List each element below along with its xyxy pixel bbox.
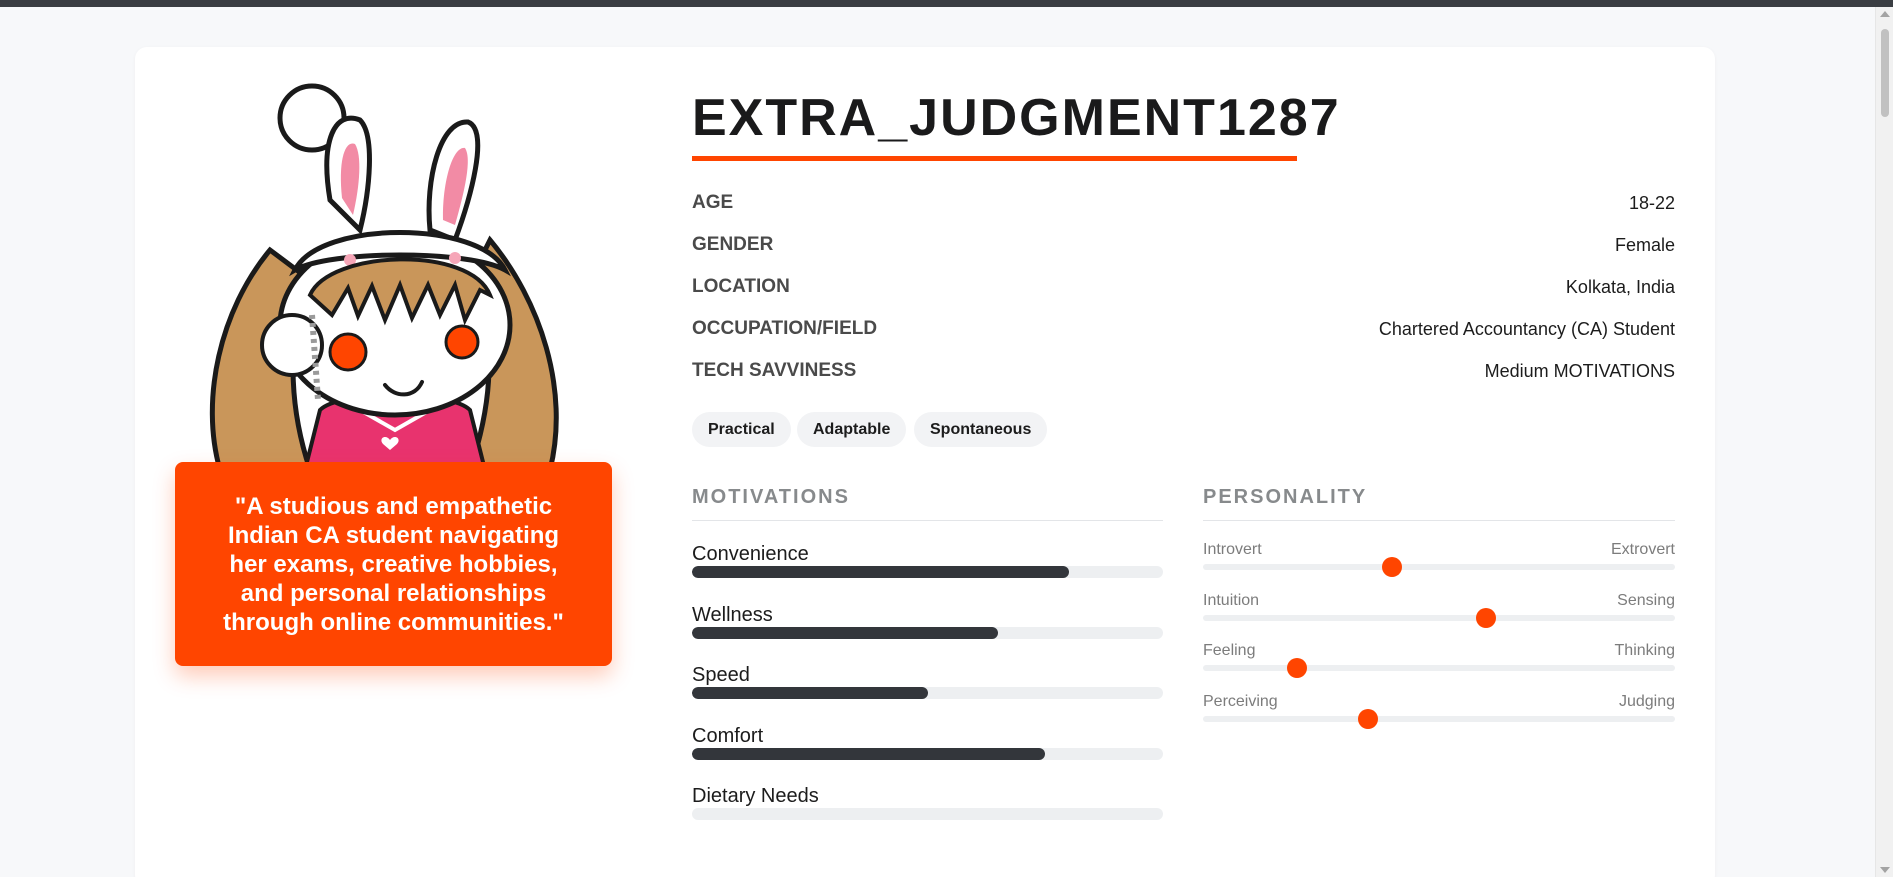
info-value: Female	[1614, 234, 1675, 255]
motivation-label: Speed	[692, 664, 750, 686]
motivation-bar	[692, 566, 1163, 578]
personality-divider	[1203, 520, 1675, 521]
info-label: LOCATION	[692, 276, 790, 297]
personality-title: PERSONALITY	[1203, 486, 1368, 508]
personality-slider: Intuition Sensing	[1203, 592, 1675, 636]
trait-track	[1203, 615, 1675, 621]
page-scrollbar[interactable]	[1875, 7, 1893, 877]
name-underline	[692, 156, 1297, 161]
trait-tag: Practical	[692, 412, 791, 447]
trait-knob	[1381, 557, 1402, 577]
info-row-tech-savviness: TECH SAVVINESS Medium MOTIVATIONS	[692, 356, 1675, 386]
persona-quote: "A studious and empathetic Indian CA stu…	[223, 492, 564, 636]
trait-right-label: Sensing	[1617, 592, 1675, 609]
trait-left-label: Introvert	[1203, 541, 1262, 558]
trait-left-label: Feeling	[1203, 642, 1256, 659]
trait-tag: Adaptable	[797, 412, 907, 447]
info-label: GENDER	[692, 234, 774, 255]
motivations-divider	[692, 520, 1163, 521]
info-value: Kolkata, India	[1565, 276, 1675, 297]
motivation-bar	[692, 748, 1163, 760]
trait-left-label: Intuition	[1203, 592, 1260, 609]
browser-top-bar	[0, 0, 1893, 7]
trait-left-label: Perceiving	[1203, 693, 1278, 710]
persona-quote-box: "A studious and empathetic Indian CA stu…	[175, 462, 612, 666]
motivation-label: Wellness	[692, 604, 773, 626]
motivation-bar	[692, 627, 1163, 639]
info-row-age: AGE 18-22	[692, 188, 1675, 218]
motivation-label: Comfort	[692, 725, 764, 747]
trait-right-label: Extrovert	[1610, 541, 1675, 558]
info-value: 18-22	[1628, 192, 1675, 213]
info-label: AGE	[692, 192, 734, 213]
trait-right-label: Judging	[1618, 693, 1675, 710]
motivation-bar-fill	[692, 748, 1046, 760]
info-row-location: LOCATION Kolkata, India	[692, 272, 1675, 302]
trait-track	[1203, 665, 1675, 671]
motivation-bar-fill	[692, 566, 1069, 578]
motivation-label: Dietary Needs	[692, 785, 819, 807]
scroll-thumb[interactable]	[1881, 29, 1889, 117]
info-row-gender: GENDER Female	[692, 230, 1675, 260]
persona-name: EXTRA_JUDGMENT1287	[692, 89, 1341, 147]
personality-slider: Feeling Thinking	[1203, 642, 1675, 686]
motivation-bar-fill	[692, 687, 928, 699]
trait-knob	[1476, 608, 1497, 628]
trait-knob	[1287, 658, 1308, 678]
trait-tag: Spontaneous	[914, 412, 1048, 447]
trait-knob	[1358, 709, 1379, 729]
info-label: OCCUPATION/FIELD	[692, 318, 878, 339]
info-value: Medium MOTIVATIONS	[1484, 360, 1675, 381]
personality-slider: Introvert Extrovert	[1203, 541, 1675, 585]
persona-avatar	[200, 80, 570, 473]
info-row-occupation: OCCUPATION/FIELD Chartered Accountancy (…	[692, 314, 1675, 344]
motivations-title: MOTIVATIONS	[692, 486, 850, 508]
trait-track	[1203, 716, 1675, 722]
motivation-bar-fill	[692, 627, 999, 639]
snoo-bunny-avatar-icon	[209, 83, 559, 473]
trait-right-label: Thinking	[1614, 642, 1675, 659]
info-value: Chartered Accountancy (CA) Student	[1378, 318, 1675, 339]
scroll-up-arrow-icon[interactable]	[1880, 11, 1890, 17]
scroll-down-arrow-icon[interactable]	[1880, 867, 1890, 873]
motivation-bar	[692, 687, 1163, 699]
motivation-label: Convenience	[692, 543, 809, 565]
motivation-bar	[692, 808, 1163, 820]
info-label: TECH SAVVINESS	[692, 360, 857, 381]
trait-track	[1203, 564, 1675, 570]
personality-slider: Perceiving Judging	[1203, 693, 1675, 737]
